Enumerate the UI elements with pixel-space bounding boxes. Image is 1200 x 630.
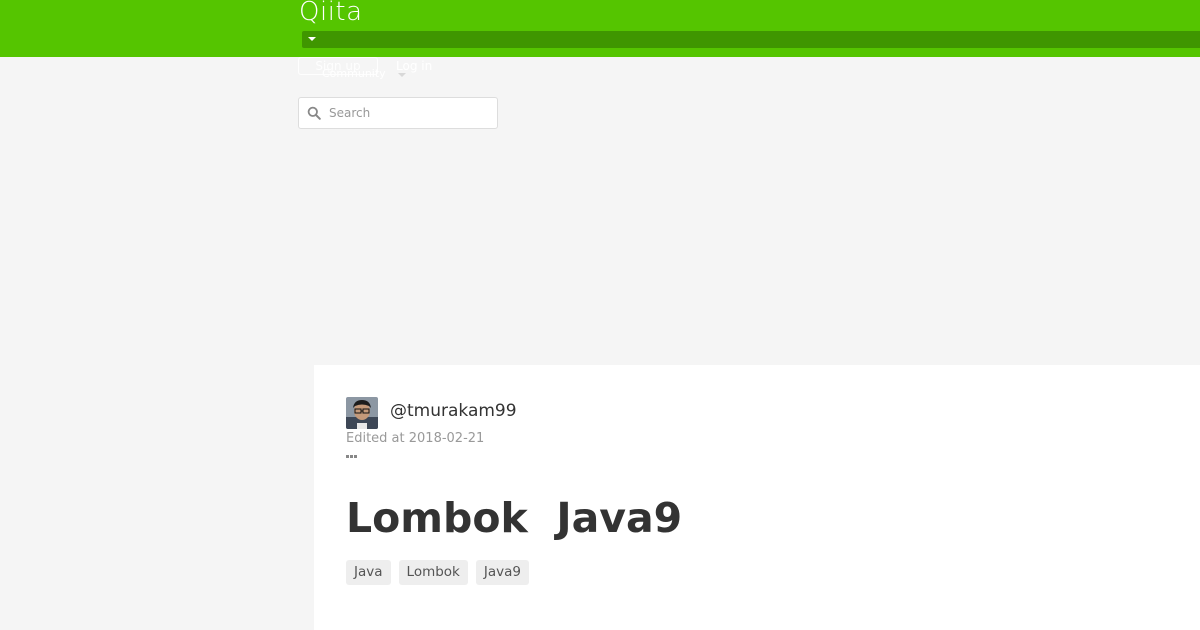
top-header: Qiita [0,0,1200,57]
article-title: Lombok Java9 [346,494,683,542]
community-menu-label[interactable]: Community [322,67,386,81]
search-box[interactable] [298,97,498,129]
tag-lombok[interactable]: Lombok [398,560,468,585]
caret-down-icon [308,37,316,41]
more-options-icon[interactable] [346,454,360,460]
login-link[interactable]: Log in [396,58,432,74]
tag-java[interactable]: Java [346,560,391,585]
tag-list: Java Lombok Java9 [346,560,529,585]
author-avatar[interactable] [346,397,378,429]
tag-java9[interactable]: Java9 [475,560,529,585]
qiita-logo[interactable]: Qiita [299,0,363,26]
article-card: @tmurakam99 Edited at 2018-02-21 Lombok … [314,365,1200,630]
author-name-link[interactable]: @tmurakam99 [390,401,517,421]
edited-date: Edited at 2018-02-21 [346,431,485,446]
nav-dropdown-bar[interactable] [302,31,1200,48]
search-input[interactable] [329,98,489,128]
search-icon [307,106,321,120]
